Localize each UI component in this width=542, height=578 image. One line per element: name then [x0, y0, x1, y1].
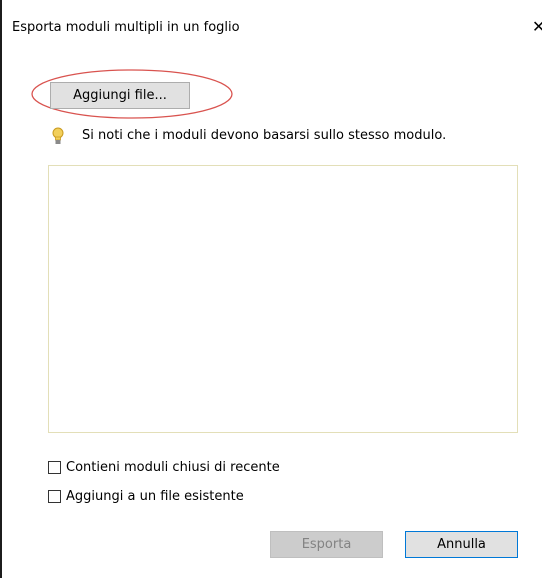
window-left-border [0, 0, 2, 578]
option-include-recent-closed-forms[interactable]: Contieni moduli chiusi di recente [48, 458, 280, 476]
checkbox[interactable] [48, 489, 61, 503]
title-bar: Esporta moduli multipli in un foglio ✕ [2, 0, 542, 42]
option-label: Contieni moduli chiusi di recente [66, 459, 280, 475]
cancel-button[interactable]: Annulla [405, 531, 518, 558]
dialog-title: Esporta moduli multipli in un foglio [12, 20, 240, 35]
file-list[interactable] [48, 165, 518, 433]
checkbox[interactable] [48, 460, 61, 474]
export-button[interactable]: Esporta [270, 531, 383, 558]
lightbulb-icon [52, 127, 64, 144]
note-text: Si noti che i moduli devono basarsi sull… [82, 128, 447, 143]
option-append-to-existing-file[interactable]: Aggiungi a un file esistente [48, 487, 244, 505]
add-files-button[interactable]: Aggiungi file... [50, 82, 190, 109]
export-forms-dialog: Esporta moduli multipli in un foglio ✕ A… [0, 0, 542, 578]
close-icon[interactable]: ✕ [532, 18, 542, 36]
option-label: Aggiungi a un file esistente [66, 488, 244, 504]
